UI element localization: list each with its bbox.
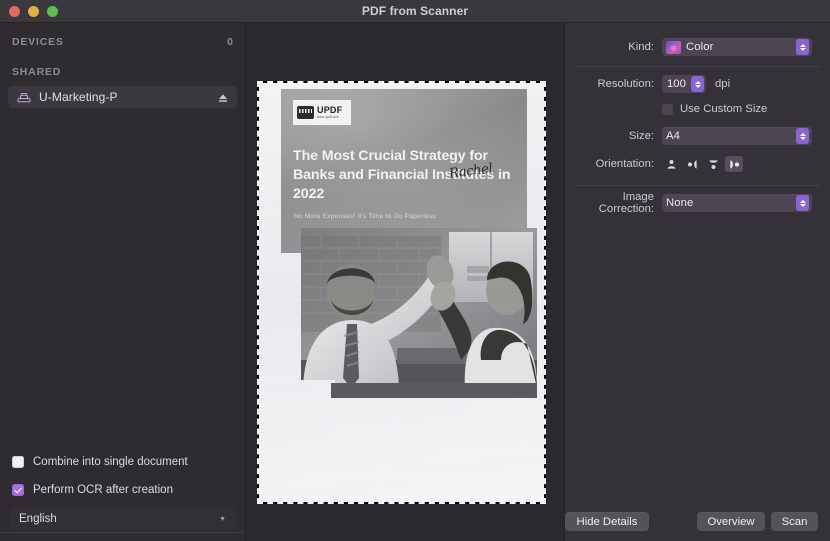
kind-label: Kind: xyxy=(628,41,654,53)
use-custom-size-checkbox[interactable] xyxy=(662,103,673,115)
sidebar-footer: Combine into single document Perform OCR… xyxy=(0,451,245,541)
kind-select[interactable]: Color xyxy=(662,38,812,56)
use-custom-size-row[interactable]: Use Custom Size xyxy=(565,99,830,119)
ocr-language-value: English xyxy=(19,513,57,525)
resolution-input[interactable]: 100 xyxy=(662,75,706,93)
dpi-unit-label: dpi xyxy=(715,78,731,90)
ocr-label: Perform OCR after creation xyxy=(33,484,173,496)
combine-label: Combine into single document xyxy=(33,456,188,468)
pdf-from-scanner-window: PDF from Scanner DEVICES 0 SHARED U-Mark… xyxy=(0,0,830,541)
orientation-buttons xyxy=(662,156,743,172)
size-label: Size: xyxy=(628,130,654,142)
resolution-row: Resolution: 100 dpi xyxy=(565,73,830,95)
image-correction-select[interactable]: None xyxy=(662,194,812,212)
size-stepper-icon[interactable] xyxy=(796,128,809,144)
orientation-portrait-down-button[interactable] xyxy=(704,156,722,172)
eject-icon[interactable] xyxy=(217,91,229,103)
orientation-landscape-right-button[interactable] xyxy=(683,156,701,172)
size-value: A4 xyxy=(666,130,681,142)
resolution-stepper-icon[interactable] xyxy=(691,76,704,92)
updf-logo-subtext: www.updf.com xyxy=(317,114,339,119)
use-custom-size-label: Use Custom Size xyxy=(680,103,768,115)
kind-stepper-icon[interactable] xyxy=(796,39,809,55)
image-correction-row: Image Correction: None xyxy=(565,191,830,215)
shared-section-header: SHARED xyxy=(0,62,245,82)
devices-header-label: DEVICES xyxy=(12,36,64,48)
sidebar-item-u-marketing-p[interactable]: U-Marketing-P xyxy=(8,86,237,108)
orientation-row: Orientation: xyxy=(565,153,830,175)
chevron-down-icon: ▼ xyxy=(219,515,226,523)
document-subtitle: No More Expenses! It's Time to Go Paperl… xyxy=(294,213,436,220)
overview-button[interactable]: Overview xyxy=(697,512,765,531)
size-select[interactable]: A4 xyxy=(662,127,812,145)
scan-selection-frame[interactable]: UPDF www.updf.com The Most Crucial Strat… xyxy=(257,81,546,504)
title-bar: PDF from Scanner xyxy=(0,0,830,23)
kind-row: Kind: Color xyxy=(565,36,830,58)
devices-section-header: DEVICES 0 xyxy=(0,31,245,53)
scan-preview-area: UPDF www.updf.com The Most Crucial Strat… xyxy=(246,23,564,541)
scanner-icon xyxy=(17,91,31,103)
inspector-divider-2 xyxy=(575,185,820,186)
hide-details-button[interactable]: Hide Details xyxy=(565,512,649,531)
color-swatch-icon xyxy=(666,40,681,54)
combine-checkbox[interactable] xyxy=(12,456,24,468)
sidebar: DEVICES 0 SHARED U-Marketing-P Combine i… xyxy=(0,23,246,541)
document-photo xyxy=(301,228,537,388)
devices-count-badge: 0 xyxy=(227,36,233,48)
image-correction-label: Image Correction: xyxy=(598,191,654,215)
size-row: Size: A4 xyxy=(565,125,830,147)
inspector-divider-1 xyxy=(575,66,820,67)
sidebar-item-label: U-Marketing-P xyxy=(39,90,118,104)
bottom-action-bar: Hide Details Overview Scan xyxy=(246,495,830,541)
scan-button[interactable]: Scan xyxy=(771,512,818,531)
scanned-page: UPDF www.updf.com The Most Crucial Strat… xyxy=(259,83,544,502)
updf-mark-icon xyxy=(297,106,314,119)
resolution-value: 100 xyxy=(667,78,686,90)
orientation-label: Orientation: xyxy=(595,158,654,170)
document-footer-band xyxy=(331,383,537,398)
resolution-label: Resolution: xyxy=(597,78,654,90)
ocr-checkbox[interactable] xyxy=(12,484,24,496)
orientation-portrait-up-button[interactable] xyxy=(662,156,680,172)
perform-ocr-option[interactable]: Perform OCR after creation xyxy=(0,479,245,501)
updf-logo: UPDF www.updf.com xyxy=(293,100,351,125)
combine-single-document-option[interactable]: Combine into single document xyxy=(0,451,245,473)
orientation-landscape-left-button[interactable] xyxy=(725,156,743,172)
window-title: PDF from Scanner xyxy=(361,4,469,18)
image-correction-stepper-icon[interactable] xyxy=(796,195,809,211)
kind-value: Color xyxy=(686,41,714,53)
scan-settings-panel: Kind: Color Resolution: 100 dpi Use Cust… xyxy=(564,23,830,541)
sidebar-divider xyxy=(0,532,245,533)
updf-logo-text: UPDF xyxy=(317,104,343,115)
ocr-language-select[interactable]: English ▼ xyxy=(10,507,235,531)
image-correction-value: None xyxy=(666,197,694,209)
shared-header-label: SHARED xyxy=(12,66,62,78)
